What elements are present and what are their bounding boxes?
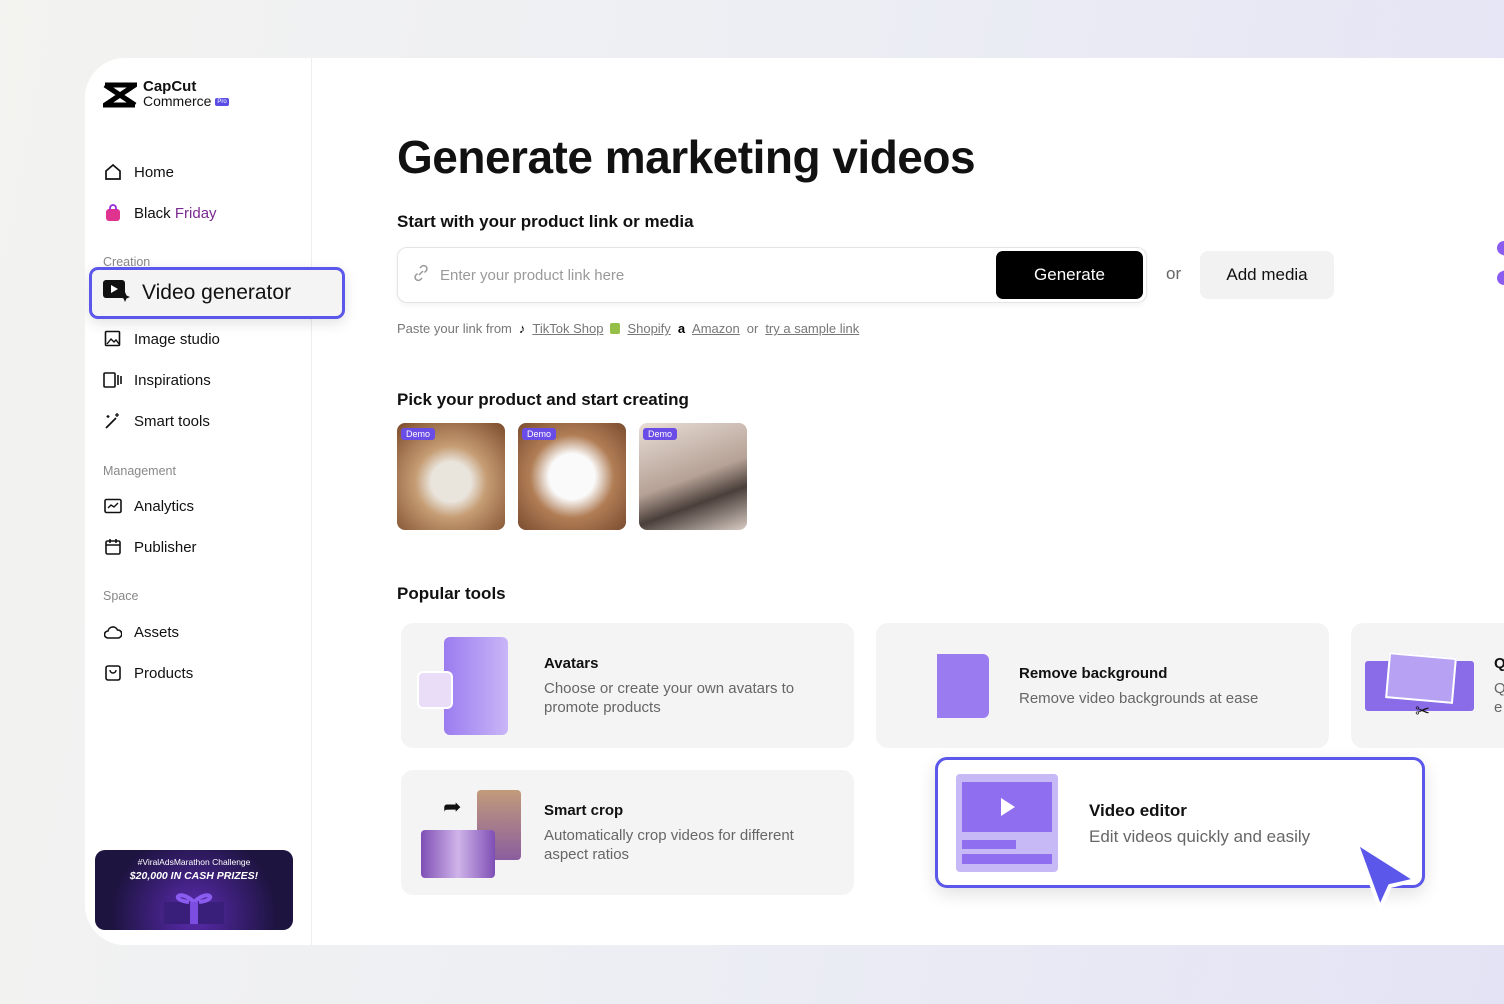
sidebar-item-smart-tools[interactable]: Smart tools — [103, 411, 210, 431]
tiktok-shop-link[interactable]: TikTok Shop — [532, 321, 603, 336]
section-management: Management — [103, 464, 176, 478]
sidebar-item-analytics[interactable]: Analytics — [103, 496, 194, 516]
tool-card-partial[interactable]: ✂ Q Q e — [1351, 623, 1504, 748]
avatars-illustration — [444, 637, 508, 735]
gift-icon — [164, 893, 224, 924]
generate-button[interactable]: Generate — [996, 251, 1143, 299]
cloud-icon — [103, 622, 123, 642]
brand-name: CapCut — [143, 78, 197, 95]
pro-badge: Pro — [215, 98, 229, 107]
tool-desc: Remove video backgrounds at ease — [1019, 690, 1259, 707]
sample-link[interactable]: try a sample link — [765, 321, 859, 336]
start-heading: Start with your product link or media — [397, 212, 694, 231]
sidebar-item-label-highlight: Friday — [174, 204, 217, 222]
demo-product-palette[interactable]: Demo — [639, 423, 747, 530]
video-editor-illustration — [956, 774, 1058, 872]
capcut-logo-icon — [103, 82, 137, 108]
sidebar-item-label: Smart tools — [134, 412, 210, 430]
tool-desc: Edit videos quickly and easily — [1089, 827, 1311, 846]
pick-heading: Pick your product and start creating — [397, 390, 689, 409]
decorative-star-icon — [1497, 241, 1504, 285]
sidebar-item-label: Analytics — [134, 497, 195, 515]
demo-badge: Demo — [522, 428, 557, 440]
video-generator-icon — [102, 278, 130, 308]
shopping-bag-icon — [103, 203, 123, 223]
sidebar-item-label: Black — [134, 204, 171, 222]
sidebar-item-video-generator[interactable]: Video generator — [89, 267, 345, 319]
sidebar-item-label: Video generator — [142, 281, 292, 304]
cursor-pointer-icon — [1354, 840, 1418, 910]
section-space: Space — [103, 589, 139, 603]
sidebar-item-assets[interactable]: Assets — [103, 622, 179, 642]
popular-tools-heading: Popular tools — [397, 584, 506, 603]
or-label: or — [1166, 264, 1182, 283]
home-icon — [103, 162, 123, 182]
sidebar: CapCut Commerce Pro Home Black Friday Cre… — [85, 58, 345, 945]
app-window: CapCut Commerce Pro Home Black Friday Cre… — [85, 58, 1504, 945]
inspirations-icon — [103, 370, 123, 390]
tool-desc: Automatically crop videos for different … — [544, 827, 794, 863]
paste-link-sources: Paste your link from ♪ TikTok Shop Shopif… — [397, 321, 859, 336]
paste-prefix: Paste your link from — [397, 321, 512, 336]
tiktok-icon: ♪ — [518, 321, 526, 336]
sidebar-item-image-studio[interactable]: Image studio — [103, 329, 220, 349]
tool-card-avatars[interactable]: Avatars Choose or create your own avatar… — [401, 623, 854, 748]
amazon-link[interactable]: Amazon — [692, 321, 740, 336]
tool-desc: Q e — [1494, 680, 1504, 716]
tool-title: Remove background — [1019, 665, 1168, 682]
sidebar-item-black-friday[interactable]: Black Friday — [103, 203, 217, 223]
demo-badge: Demo — [401, 428, 436, 440]
demo-product-headphones[interactable]: Demo — [397, 423, 505, 530]
magic-wand-icon — [103, 411, 123, 431]
add-media-button[interactable]: Add media — [1200, 251, 1334, 299]
demo-badge: Demo — [643, 428, 678, 440]
analytics-icon — [103, 496, 123, 516]
tool-card-smart-crop[interactable]: ➦ Smart crop Automatically crop videos f… — [401, 770, 854, 895]
banner-line-1: #ViralAdsMarathon Challenge — [137, 857, 251, 867]
tool-card-remove-background[interactable]: Remove background Remove video backgroun… — [876, 623, 1329, 748]
remove-background-illustration — [896, 654, 989, 718]
brand-sub: Commerce — [143, 93, 212, 109]
sidebar-item-label: Image studio — [134, 330, 220, 348]
sidebar-item-publisher[interactable]: Publisher — [103, 537, 197, 557]
product-box-icon — [103, 663, 123, 683]
sidebar-item-inspirations[interactable]: Inspirations — [103, 370, 211, 390]
scissors-icon: ✂ — [1415, 701, 1431, 721]
shopify-link[interactable]: Shopify — [627, 321, 670, 336]
shopify-icon — [610, 323, 621, 334]
demo-product-shirt[interactable]: Demo — [518, 423, 626, 530]
avatar-thumb — [417, 671, 453, 709]
smart-crop-wide-image — [421, 830, 495, 878]
logo[interactable]: CapCut Commerce Pro — [103, 78, 229, 109]
amazon-icon: a — [677, 321, 686, 336]
banner-line-2: $20,000 IN CASH PRIZES! — [129, 870, 259, 882]
tool-title: Avatars — [544, 655, 599, 672]
page-title: Generate marketing videos — [397, 131, 976, 183]
tool-title: Smart crop — [544, 802, 624, 819]
sidebar-item-home[interactable]: Home — [103, 162, 174, 182]
tool-desc: Choose or create your own avatars to pro… — [544, 680, 795, 716]
image-studio-icon — [103, 329, 123, 349]
curved-arrow-icon: ➦ — [443, 794, 462, 819]
sidebar-item-label: Publisher — [134, 538, 197, 556]
or-text: or — [746, 321, 759, 336]
promo-banner[interactable]: #ViralAdsMarathon Challenge $20,000 IN CA… — [95, 850, 293, 930]
tool-title: Q — [1494, 655, 1504, 672]
sidebar-item-label: Home — [134, 163, 175, 181]
input-placeholder: Enter your product link here — [440, 266, 625, 284]
sidebar-item-label: Inspirations — [134, 371, 211, 389]
calendar-icon — [103, 537, 123, 557]
sidebar-item-label: Products — [134, 664, 194, 682]
sidebar-item-label: Assets — [134, 623, 180, 641]
sidebar-item-products[interactable]: Products — [103, 663, 193, 683]
product-link-input[interactable]: Enter your product link here Generate — [397, 247, 1147, 303]
link-icon — [412, 264, 430, 286]
main-content: Generate marketing videos Start with you… — [397, 58, 1504, 945]
demo-products: Demo Demo Demo — [397, 423, 747, 530]
tool-title: Video editor — [1089, 801, 1187, 820]
